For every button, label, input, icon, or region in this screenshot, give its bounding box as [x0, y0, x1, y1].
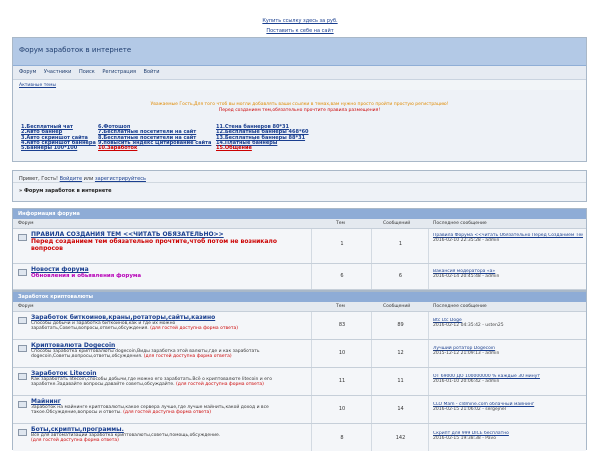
topic-count: 1 — [340, 241, 344, 247]
quick-link[interactable]: 15.Общение — [216, 145, 252, 151]
buy-link[interactable]: Купить ссылку здесь за руб. — [0, 16, 600, 26]
forum-title: Форум заработок в интернете — [19, 46, 132, 54]
forum-description: заработать,Советы,вопросы,ответы,обсужде… — [31, 326, 149, 332]
post-count: 11 — [397, 378, 404, 384]
quick-links-col3: 11.Стена баннеров 80*31 12.Бесплатные ба… — [216, 124, 309, 151]
forum-description: заработке.Задавайте вопросы,давайте сове… — [31, 382, 175, 388]
forum-title-link[interactable]: Боты,скрипты,программы. — [31, 426, 307, 433]
forum-folder-icon — [18, 345, 27, 352]
quick-link[interactable]: 10.Заработок — [98, 145, 137, 151]
post-count: 89 — [397, 322, 404, 328]
forum-description: dogecoin,Советы,вопросы,ответы,обсуждени… — [31, 354, 143, 360]
forum-description: такое.Обсуждение,вопросы и ответы. — [31, 410, 122, 416]
forum-folder-icon — [18, 373, 27, 380]
last-post-meta: 2016-02-14 20:45:48 - admin — [433, 274, 500, 279]
forum-folder-icon — [18, 317, 27, 324]
column-header: Форум Тем Сообщений Последнее сообщение — [13, 219, 586, 229]
forum-header: Форум заработок в интернете Форум Участн… — [12, 37, 587, 127]
forum-description: Перед созданием тем обязательно прочтите… — [31, 238, 277, 252]
topic-count: 11 — [338, 378, 346, 384]
forum-row: Боты,скрипты,программы. Всё для автомати… — [13, 424, 586, 451]
nav-search[interactable]: Поиск — [79, 69, 95, 75]
post-count: 142 — [395, 435, 406, 441]
nav-members[interactable]: Участники — [44, 69, 72, 75]
breadcrumb: » Форум заработок в интернете — [19, 188, 112, 194]
nav-register[interactable]: Регистрация — [102, 69, 136, 75]
col-posts: Сообщений — [383, 304, 411, 309]
last-post-meta: 2016-02-15 19:38:38 - Pavo — [433, 436, 496, 441]
post-count: 14 — [397, 406, 404, 412]
forum-title-link[interactable]: Криптовалюта Dogecoin — [31, 342, 307, 349]
forum-folder-icon — [18, 234, 27, 241]
main-nav: Форум Участники Поиск Регистрация Войти — [13, 66, 586, 80]
last-post-meta: 2016-02-12 04:35:42 - usten25 — [433, 323, 504, 328]
register-link[interactable]: зарегистрируйтесь — [95, 176, 146, 182]
column-header: Форум Тем Сообщений Последнее сообщение — [13, 302, 586, 312]
forum-row: Заработок Litecoin Как заработать liteco… — [13, 368, 586, 396]
topic-count: 10 — [338, 406, 346, 412]
forum-title-link[interactable]: Майнинг — [31, 398, 307, 405]
quick-link[interactable]: 5.Баннеры 100*100 — [21, 145, 77, 151]
nav-forum[interactable]: Форум — [19, 69, 36, 75]
forum-folder-icon — [18, 429, 27, 436]
last-post-meta: 2015-12-12 21:09:13 - admin — [433, 351, 500, 356]
topic-count: 83 — [338, 322, 346, 328]
last-post-meta: 2016-02-10 22:35:28 - admin — [433, 238, 500, 243]
forum-row: Заработок биткоинов,краны,ротаторы,сайты… — [13, 312, 586, 340]
quick-links-col1: 1.Бесплатный чат 2.Авто баннер 3.Авто ск… — [21, 124, 96, 151]
col-last: Последнее сообщение — [433, 221, 487, 226]
quick-links-panel: 1.Бесплатный чат 2.Авто баннер 3.Авто ск… — [12, 120, 587, 162]
or-text: или — [83, 176, 94, 182]
guest-note: (для гостей доступна форма ответа) — [31, 438, 119, 444]
topic-count: 6 — [340, 273, 344, 279]
forum-title-link[interactable]: Заработок Litecoin — [31, 370, 307, 377]
col-forum: Форум — [18, 304, 34, 309]
guest-note: (для гостей доступна форма ответа) — [143, 354, 232, 360]
topic-count: 8 — [340, 435, 344, 441]
forum-description: Обновления и обьявления форума — [31, 273, 142, 279]
forum-banner: Форум заработок в интернете — [13, 38, 586, 66]
forum-row: Новости форума Обновления и обьявления ф… — [13, 264, 586, 290]
col-posts: Сообщений — [383, 221, 411, 226]
section-forum-info: Информация форума Форум Тем Сообщений По… — [12, 208, 587, 291]
last-post-meta: 2016-01-10 20:06:42 - admin — [433, 379, 500, 384]
col-last: Последнее сообщение — [433, 304, 487, 309]
welcome-panel: Привет, Гость! Войдите или зарегистрируй… — [12, 170, 587, 202]
forum-folder-icon — [18, 401, 27, 408]
guest-note: (для гостей доступна форма ответа) — [123, 410, 212, 416]
col-topics: Тем — [336, 221, 345, 226]
section-title: Заработок криптовалюты — [13, 292, 586, 302]
forum-title-link[interactable]: ПРАВИЛА СОЗДАНИЯ ТЕМ <<ЧИТАТЬ ОБЯЗАТЕЛЬН… — [31, 231, 307, 238]
col-forum: Форум — [18, 221, 34, 226]
forum-title-link[interactable]: Заработок биткоинов,краны,ротаторы,сайты… — [31, 314, 307, 321]
guest-note: (для гостей доступна форма ответа) — [175, 382, 264, 388]
post-count: 12 — [397, 350, 404, 356]
col-topics: Тем — [336, 304, 345, 309]
install-link[interactable]: Поставить к себе на сайт — [0, 26, 600, 36]
forum-title-link[interactable]: Новости форума — [31, 266, 307, 273]
notice-block: Уважаемые Гость,Для того чтоб вы могли д… — [13, 90, 586, 114]
rules-notice: Перед созданием тем,обязательно прочтите… — [218, 108, 381, 113]
nav-login[interactable]: Войти — [144, 69, 160, 75]
section-title: Информация форума — [13, 209, 586, 219]
forum-row: Криптовалюта Dogecoin Способы заработка … — [13, 340, 586, 368]
topic-count: 10 — [338, 350, 346, 356]
last-post-meta: 2016-02-15 21:06:02 - sergejnel — [433, 407, 506, 412]
post-count: 1 — [398, 241, 403, 247]
forum-row: ПРАВИЛА СОЗДАНИЯ ТЕМ <<ЧИТАТЬ ОБЯЗАТЕЛЬН… — [13, 229, 586, 264]
welcome-line: Привет, Гость! Войдите или зарегистрируй… — [13, 171, 586, 183]
quick-links-col2: 6.Фотошоп 7.Бесплатные посетители на сай… — [98, 124, 211, 151]
guest-note: (для гостей доступна форма ответа) — [150, 326, 239, 332]
forum-row: Майнинг Заработок на майнинге криптовалю… — [13, 396, 586, 424]
post-count: 6 — [398, 273, 403, 279]
forum-folder-icon — [18, 269, 27, 276]
active-topics-link[interactable]: Активные темы — [19, 83, 56, 88]
login-link[interactable]: Войдите — [60, 176, 82, 182]
sub-nav: Активные темы — [13, 80, 586, 90]
section-crypto: Заработок криптовалюты Форум Тем Сообщен… — [12, 291, 587, 451]
top-ad-links: Купить ссылку здесь за руб. Поставить к … — [0, 0, 600, 37]
greeting: Привет, Гость! — [19, 176, 59, 182]
